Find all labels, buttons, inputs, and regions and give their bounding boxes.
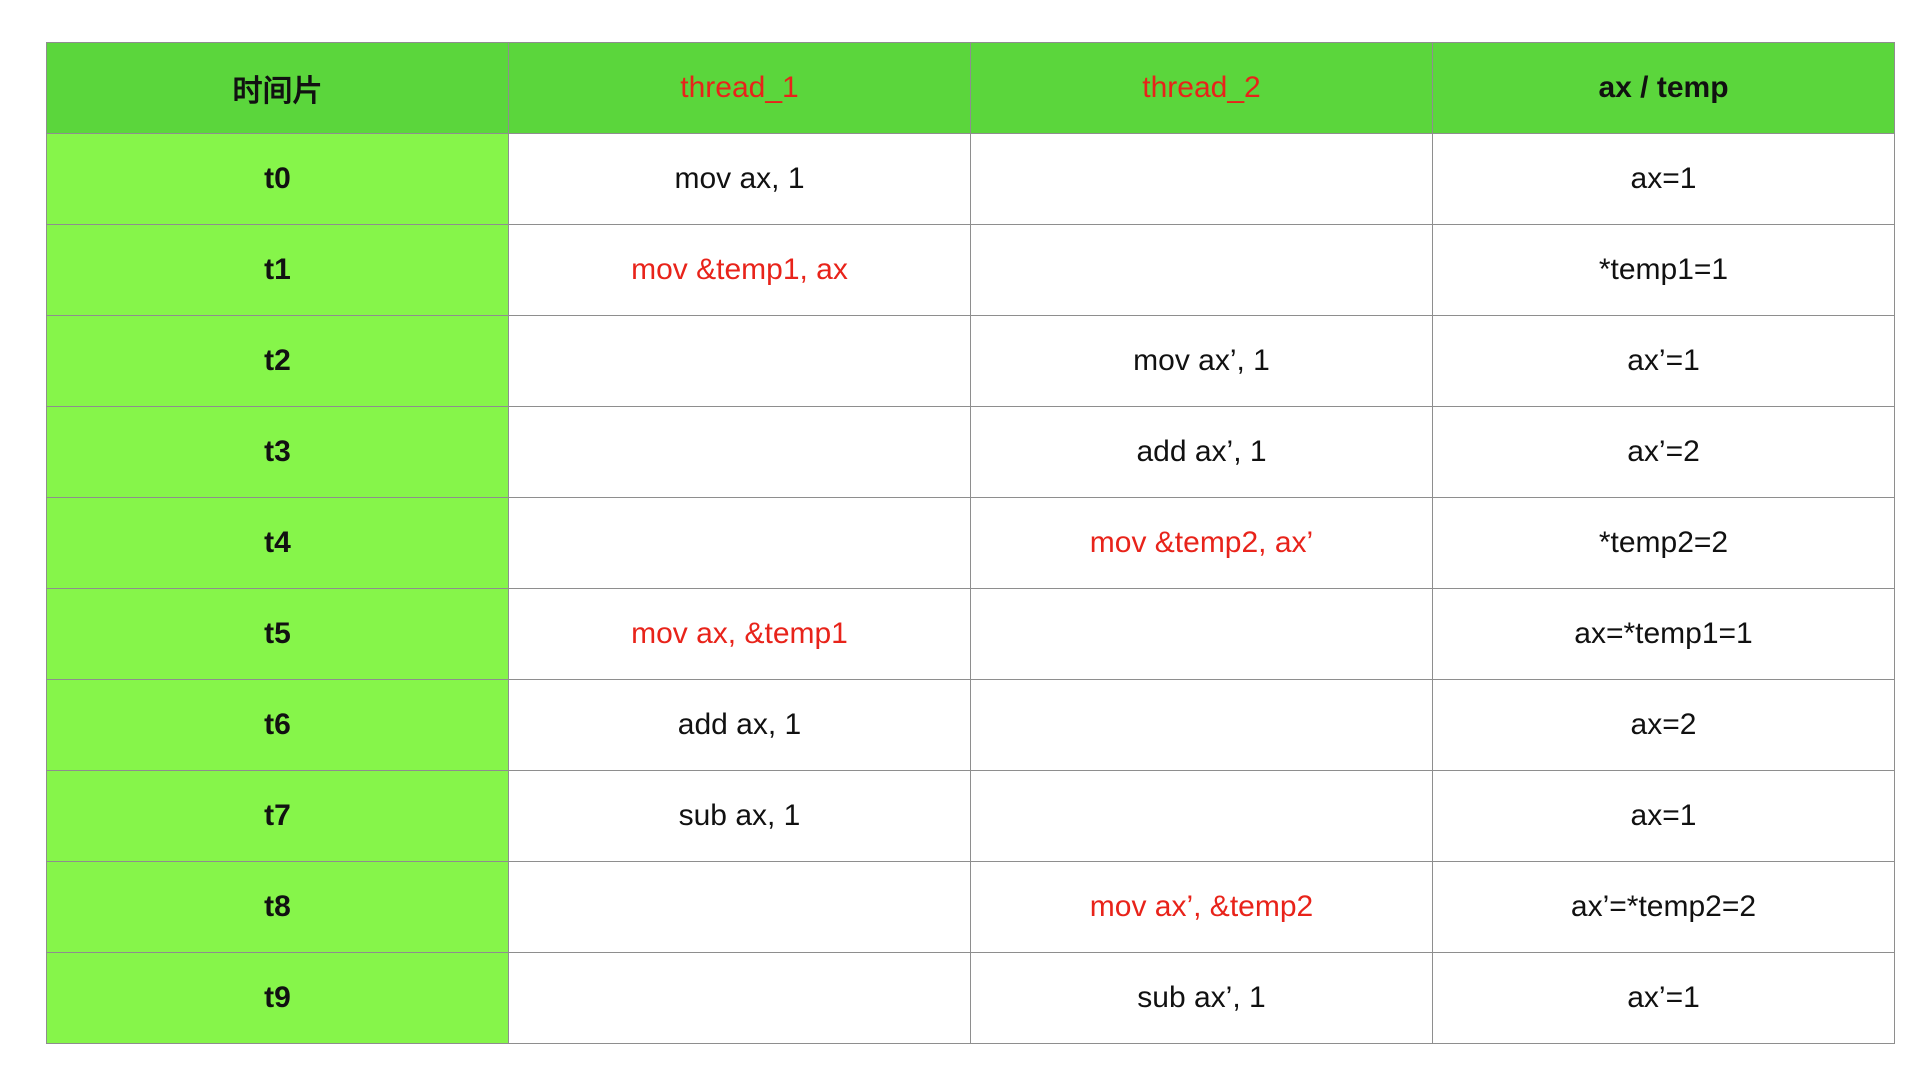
thread-2-cell	[970, 588, 1433, 680]
thread-1-cell: mov ax, 1	[508, 133, 971, 225]
thread-1-cell: sub ax, 1	[508, 770, 971, 862]
table-row: t5 mov ax, &temp1 ax=*temp1=1	[46, 588, 1895, 680]
table-header: 时间片 thread_1 thread_2 ax / temp	[46, 42, 1895, 134]
thread-2-cell: mov ax’, &temp2	[970, 861, 1433, 953]
table-row: t9 sub ax’, 1 ax’=1	[46, 952, 1895, 1044]
header-thread-1: thread_1	[508, 42, 971, 134]
time-slice-cell: t6	[46, 679, 509, 771]
thread-2-cell: mov ax’, 1	[970, 315, 1433, 407]
state-cell: ax’=1	[1432, 315, 1895, 407]
state-cell: ax=2	[1432, 679, 1895, 771]
thread-2-cell: add ax’, 1	[970, 406, 1433, 498]
state-cell: ax=*temp1=1	[1432, 588, 1895, 680]
time-slice-cell: t4	[46, 497, 509, 589]
thread-2-cell: sub ax’, 1	[970, 952, 1433, 1044]
table-row: t8 mov ax’, &temp2 ax’=*temp2=2	[46, 861, 1895, 953]
thread-2-cell	[970, 679, 1433, 771]
thread-1-cell: mov ax, &temp1	[508, 588, 971, 680]
table-row: t0 mov ax, 1 ax=1	[46, 133, 1895, 225]
header-time-slice: 时间片	[46, 42, 509, 134]
thread-1-cell	[508, 406, 971, 498]
table-row: t4 mov &temp2, ax’ *temp2=2	[46, 497, 1895, 589]
thread-1-cell: mov &temp1, ax	[508, 224, 971, 316]
state-cell: ax=1	[1432, 133, 1895, 225]
time-slice-cell: t7	[46, 770, 509, 862]
table-row: t3 add ax’, 1 ax’=2	[46, 406, 1895, 498]
thread-2-cell	[970, 770, 1433, 862]
thread-1-cell	[508, 861, 971, 953]
time-slice-cell: t3	[46, 406, 509, 498]
state-cell: ax’=*temp2=2	[1432, 861, 1895, 953]
thread-1-cell	[508, 952, 971, 1044]
thread-2-cell	[970, 133, 1433, 225]
state-cell: *temp1=1	[1432, 224, 1895, 316]
state-cell: ax=1	[1432, 770, 1895, 862]
header-row: 时间片 thread_1 thread_2 ax / temp	[46, 42, 1895, 134]
state-cell: ax’=2	[1432, 406, 1895, 498]
thread-1-cell	[508, 497, 971, 589]
time-slice-cell: t9	[46, 952, 509, 1044]
header-thread-2: thread_2	[970, 42, 1433, 134]
table-row: t1 mov &temp1, ax *temp1=1	[46, 224, 1895, 316]
header-ax-temp: ax / temp	[1432, 42, 1895, 134]
thread-2-cell: mov &temp2, ax’	[970, 497, 1433, 589]
time-slice-cell: t0	[46, 133, 509, 225]
state-cell: ax’=1	[1432, 952, 1895, 1044]
table-row: t6 add ax, 1 ax=2	[46, 679, 1895, 771]
state-cell: *temp2=2	[1432, 497, 1895, 589]
time-slice-cell: t5	[46, 588, 509, 680]
table-body: t0 mov ax, 1 ax=1 t1 mov &temp1, ax *temp1=1 t…	[46, 133, 1895, 1044]
thread-schedule-table: 时间片 thread_1 thread_2 ax / temp t0 mov ax…	[46, 42, 1895, 1044]
thread-2-cell	[970, 224, 1433, 316]
table-row: t2 mov ax’, 1 ax’=1	[46, 315, 1895, 407]
time-slice-cell: t8	[46, 861, 509, 953]
thread-1-cell: add ax, 1	[508, 679, 971, 771]
time-slice-cell: t1	[46, 224, 509, 316]
thread-1-cell	[508, 315, 971, 407]
time-slice-cell: t2	[46, 315, 509, 407]
table-row: t7 sub ax, 1 ax=1	[46, 770, 1895, 862]
